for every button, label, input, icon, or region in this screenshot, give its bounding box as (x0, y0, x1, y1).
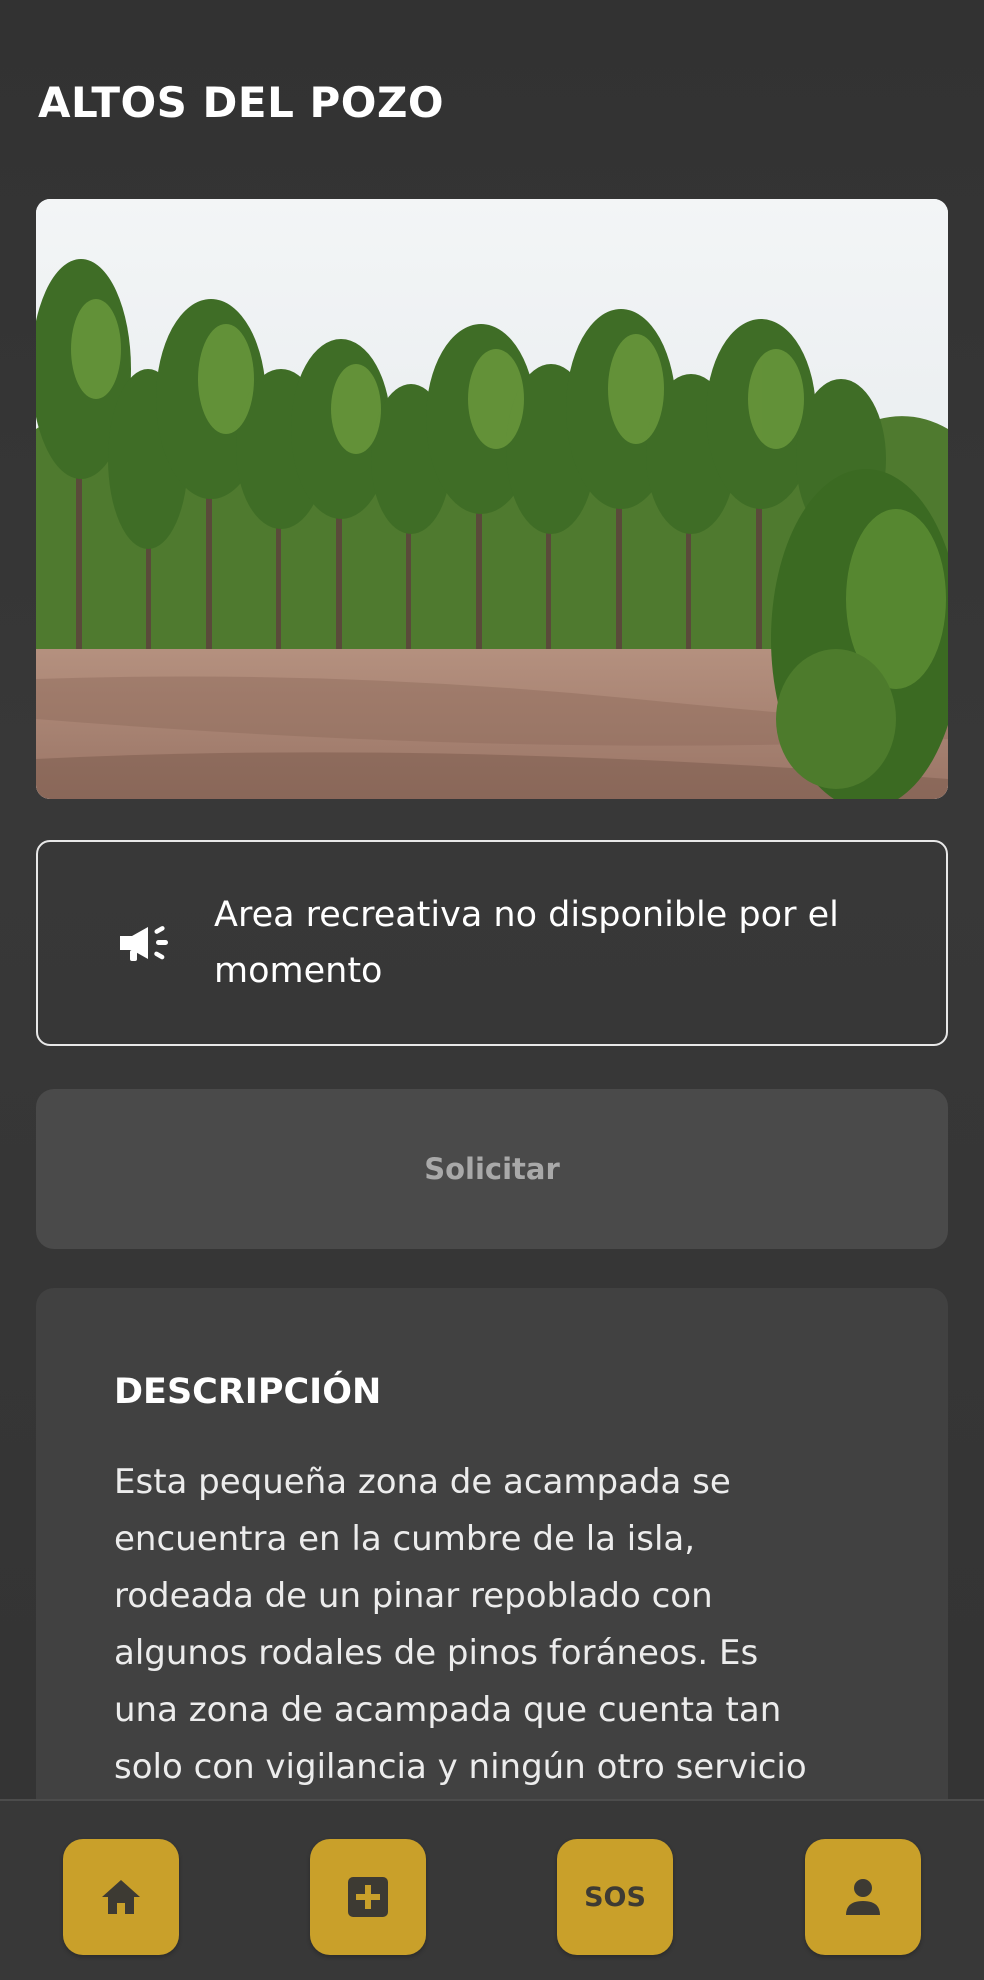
nav-sos-button[interactable]: SOS (557, 1839, 673, 1955)
description-line: solo con vigilancia y ningún otro servic… (114, 1747, 807, 1787)
nav-home-button[interactable] (63, 1839, 179, 1955)
nav-profile-button[interactable] (805, 1839, 921, 1955)
home-icon (102, 1880, 140, 1914)
nav-add-button[interactable] (310, 1839, 426, 1955)
description-text: Esta pequeña zona de acampada se encuent… (114, 1454, 904, 1796)
description-title: DESCRIPCIÓN (114, 1372, 382, 1412)
description-line: rodeada de un pinar repoblado con (114, 1576, 713, 1616)
megaphone-icon (116, 921, 174, 965)
sos-icon: SOS (584, 1881, 646, 1913)
description-card: DESCRIPCIÓN Esta pequeña zona de acampad… (36, 1288, 948, 1828)
availability-notice: Area recreativa no disponible por el mom… (36, 840, 948, 1046)
app-screen: ALTOS DEL POZO Area recreativa no dispon… (0, 0, 984, 1980)
description-line: Esta pequeña zona de acampada se (114, 1462, 731, 1502)
notice-text: Area recreativa no disponible por el mom… (214, 895, 839, 991)
description-line: una zona de acampada que cuenta tan (114, 1690, 782, 1730)
description-line: algunos rodales de pinos foráneos. Es (114, 1633, 759, 1673)
page-title: ALTOS DEL POZO (38, 78, 445, 127)
plus-square-icon (348, 1877, 388, 1917)
bottom-navigation: SOS (0, 1799, 984, 1980)
hero-image (36, 199, 948, 799)
request-button[interactable]: Solicitar (36, 1089, 948, 1249)
description-line: encuentra en la cumbre de la isla, (114, 1519, 696, 1559)
user-icon (846, 1879, 880, 1915)
